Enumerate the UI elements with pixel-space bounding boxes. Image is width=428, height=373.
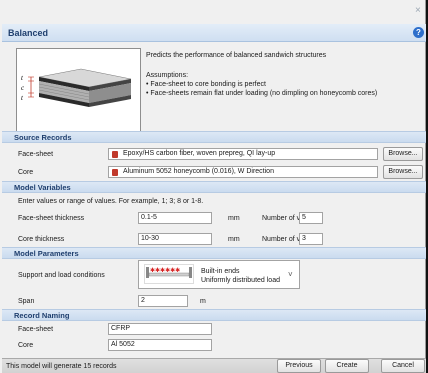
face-sheet-name-label: Face-sheet (18, 326, 54, 333)
face-sheet-record-field[interactable]: Epoxy/HS carbon fiber, woven prepreg, QI… (108, 148, 378, 160)
support-line2: Uniformly distributed load (201, 277, 280, 284)
face-sheet-name-input[interactable]: CFRP (108, 323, 212, 335)
section-title: Record Naming (14, 311, 70, 320)
balanced-dialog: × Balanced ? t c t Predicts the performa… (0, 0, 426, 373)
section-source-records: Source Records (2, 131, 426, 143)
browse-face-sheet-button[interactable]: Browse... (383, 147, 423, 161)
core-thickness-label: Core thickness (18, 236, 65, 243)
core-thickness-input[interactable]: 10-30 (138, 233, 212, 245)
core-name-label: Core (18, 342, 34, 349)
dialog-title: Balanced (8, 28, 49, 38)
face-sheet-record-value: Epoxy/HS carbon fiber, woven prepreg, QI… (123, 150, 276, 157)
section-title: Source Records (14, 133, 72, 142)
core-count-input[interactable]: 3 (299, 233, 323, 245)
beam-support-icon: ✱✱✱✱✱✱ (144, 264, 194, 284)
record-icon (112, 151, 118, 158)
previous-button[interactable]: Previous (277, 359, 321, 373)
unit-label: mm (228, 215, 240, 222)
support-conditions-dropdown[interactable]: ✱✱✱✱✱✱ Built-in ends Uniformly distribut… (138, 260, 300, 289)
status-text: This model will generate 15 records (6, 363, 117, 370)
assumptions-title: Assumptions: (146, 72, 189, 79)
record-icon (112, 169, 118, 176)
section-model-parameters: Model Parameters (2, 247, 426, 259)
section-title: Model Variables (14, 183, 71, 192)
support-line1: Built-in ends (201, 268, 240, 275)
svg-text:✱✱✱✱✱✱: ✱✱✱✱✱✱ (150, 267, 180, 274)
section-title: Model Parameters (14, 249, 79, 258)
face-sheet-thickness-label: Face-sheet thickness (18, 215, 85, 222)
model-variables-hint: Enter values or range of values. For exa… (18, 198, 204, 205)
close-icon[interactable]: × (415, 6, 421, 16)
core-name-input[interactable]: Al 5052 (108, 339, 212, 351)
face-sheet-count-input[interactable]: 5 (299, 212, 323, 224)
status-bar: This model will generate 15 records Prev… (2, 358, 426, 373)
sandwich-diagram: t c t (16, 48, 141, 132)
face-sheet-record-label: Face-sheet (18, 151, 54, 158)
chevron-down-icon: ˅ (288, 270, 293, 279)
assumption-item: • Face-sheet to core bonding is perfect (146, 81, 266, 88)
core-record-label: Core (18, 169, 34, 176)
span-input[interactable]: 2 (138, 295, 188, 307)
browse-core-button[interactable]: Browse... (383, 165, 423, 179)
span-label: Span (18, 298, 35, 305)
support-conditions-label: Support and load conditions (18, 272, 105, 279)
diagram-label-c: c (21, 84, 25, 92)
create-button[interactable]: Create (325, 359, 369, 373)
span-unit: m (200, 298, 206, 305)
diagram-label-t2: t (21, 94, 24, 102)
diagram-label-t1: t (21, 74, 24, 82)
cancel-button[interactable]: Cancel (381, 359, 425, 373)
help-icon[interactable]: ? (413, 27, 424, 38)
model-description: Predicts the performance of balanced san… (146, 52, 327, 59)
unit-label: mm (228, 236, 240, 243)
section-model-variables: Model Variables (2, 181, 426, 193)
face-sheet-thickness-input[interactable]: 0.1-5 (138, 212, 212, 224)
assumption-item: • Face-sheets remain flat under loading … (146, 90, 378, 97)
dialog-header: Balanced ? (2, 24, 426, 42)
core-record-field[interactable]: Aluminum 5052 honeycomb (0.016), W Direc… (108, 166, 378, 178)
core-record-value: Aluminum 5052 honeycomb (0.016), W Direc… (123, 168, 274, 175)
section-record-naming: Record Naming (2, 309, 426, 321)
